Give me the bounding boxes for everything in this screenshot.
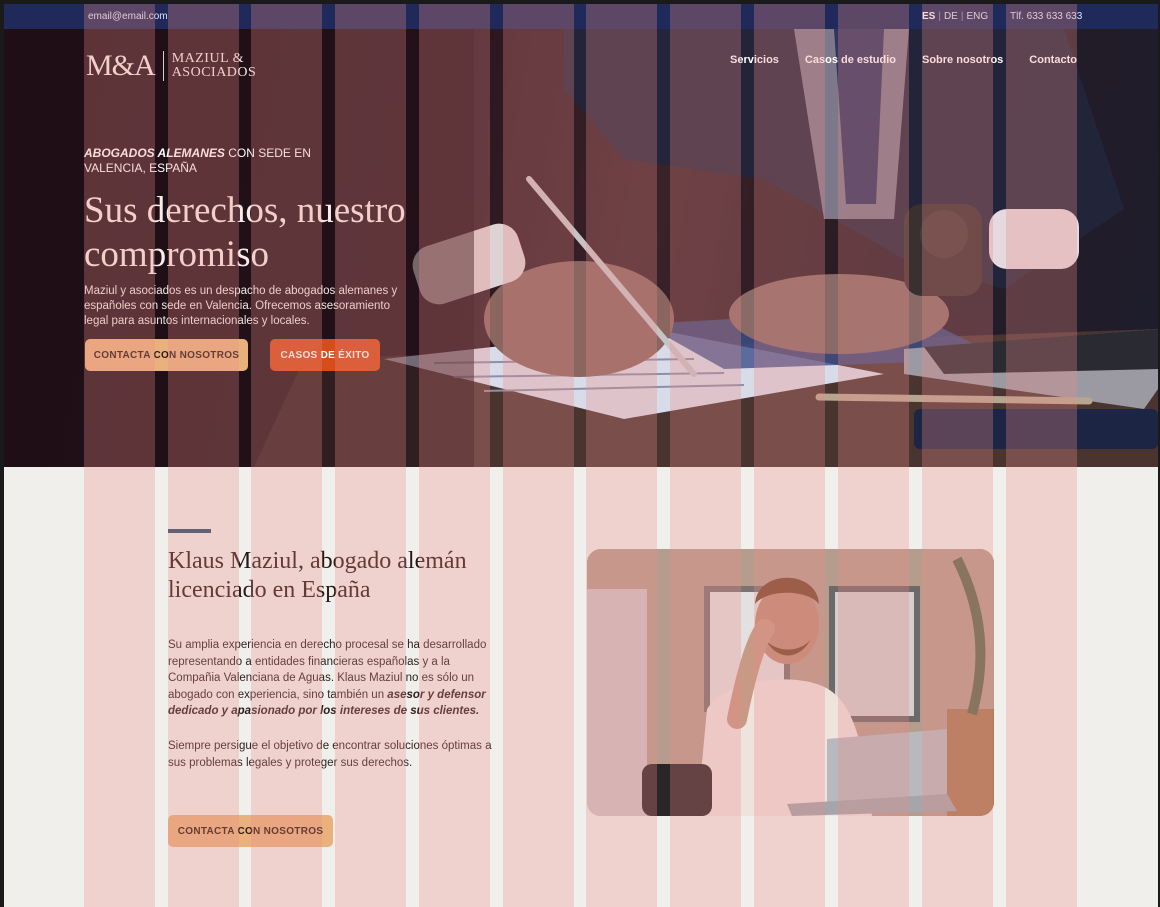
nav-sobre-nosotros[interactable]: Sobre nosotros bbox=[922, 54, 1003, 66]
about-section: Klaus Maziul, abogado alemán licenciado … bbox=[4, 467, 1158, 907]
hero-description: Maziul y asociados es un despacho de abo… bbox=[84, 285, 398, 327]
lawyer-photo bbox=[587, 549, 994, 816]
page: email@email.com ES | DE | ENG Tlf. 633 6… bbox=[4, 4, 1158, 907]
lang-de[interactable]: DE bbox=[944, 11, 958, 22]
about-contact-button[interactable]: CONTACTA CON NOSOTROS bbox=[168, 815, 333, 847]
nav-contacto[interactable]: Contacto bbox=[1029, 54, 1077, 66]
topbar-phone-link[interactable]: Tlf. 633 633 633 bbox=[1010, 11, 1082, 22]
main-nav: Servicios Casos de estudio Sobre nosotro… bbox=[730, 54, 1077, 66]
logo-wordmark: MAZIUL & ASOCIADOS bbox=[172, 52, 257, 80]
hero-cases-button[interactable]: CASOS DE ÉXITO bbox=[270, 339, 380, 371]
topbar-email-link[interactable]: email@email.com bbox=[88, 11, 168, 22]
language-switcher: ES | DE | ENG bbox=[922, 11, 988, 22]
about-paragraph-2: Siempre persigue el objetivo de encontra… bbox=[168, 740, 492, 769]
nav-servicios[interactable]: Servicios bbox=[730, 54, 779, 66]
hero-eyebrow: ABOGADOS ALEMANES CON SEDE EN VALENCIA, … bbox=[84, 146, 324, 176]
logo-divider bbox=[162, 51, 164, 81]
logo-name-line2: ASOCIADOS bbox=[171, 65, 257, 80]
hero-section: M&A MAZIUL & ASOCIADOS Servicios Casos d… bbox=[4, 29, 1158, 467]
top-bar: email@email.com ES | DE | ENG Tlf. 633 6… bbox=[4, 4, 1158, 29]
logo-name-line1: MAZIUL & bbox=[171, 51, 244, 66]
site-logo[interactable]: M&A MAZIUL & ASOCIADOS bbox=[86, 49, 256, 83]
lang-es[interactable]: ES bbox=[922, 11, 935, 22]
lawyer-photo-illustration bbox=[587, 549, 994, 816]
lang-separator: | bbox=[960, 11, 964, 22]
section-accent-bar bbox=[168, 529, 211, 533]
hero-title: Sus derechos, nuestro compromiso bbox=[84, 190, 406, 275]
logo-mark: M&A bbox=[86, 49, 156, 82]
about-title: Klaus Maziul, abogado alemán licenciado … bbox=[168, 548, 467, 603]
hero-eyebrow-emphasis: ABOGADOS ALEMANES bbox=[84, 146, 225, 160]
about-paragraph-1: Su amplia experiencia en derecho procesa… bbox=[168, 637, 498, 720]
lang-separator: | bbox=[938, 11, 941, 22]
nav-casos-de-estudio[interactable]: Casos de estudio bbox=[805, 54, 896, 66]
lang-eng[interactable]: ENG bbox=[966, 11, 988, 22]
hero-contact-button[interactable]: CONTACTA CON NOSOTROS bbox=[85, 339, 248, 371]
